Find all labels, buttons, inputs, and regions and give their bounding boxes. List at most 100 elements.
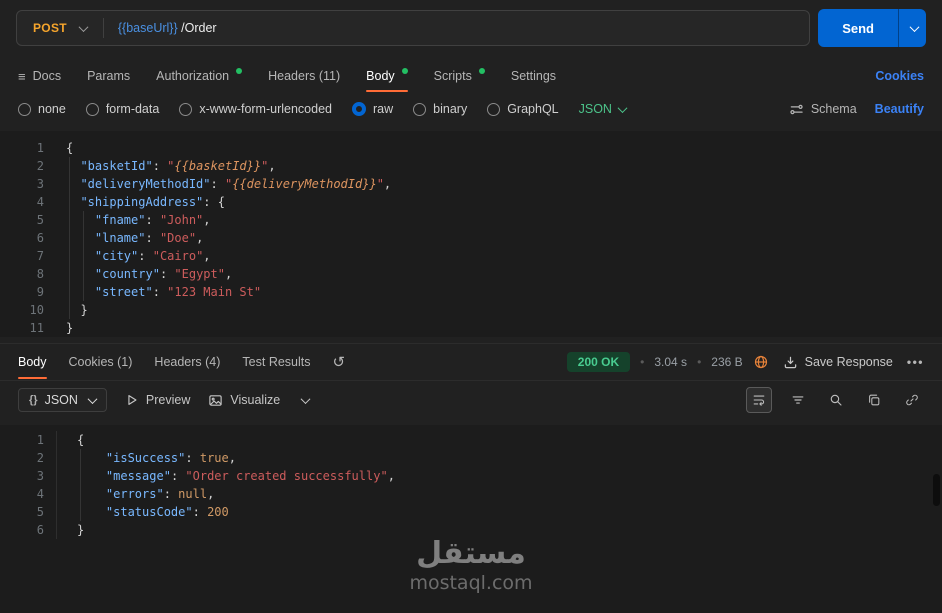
chevron-down-icon bbox=[300, 393, 311, 404]
save-response-label: Save Response bbox=[804, 355, 893, 369]
radio-none[interactable]: none bbox=[18, 102, 66, 116]
line-number: 9 bbox=[36, 285, 44, 299]
method-label: POST bbox=[33, 21, 67, 35]
separator-dot bbox=[697, 355, 701, 369]
tab-response-cookies[interactable]: Cookies (1) bbox=[69, 344, 133, 380]
network-globe-icon[interactable] bbox=[753, 354, 769, 370]
language-selector[interactable]: JSON bbox=[579, 102, 628, 116]
chevron-down-icon bbox=[617, 102, 628, 113]
tab-scripts[interactable]: Scripts bbox=[434, 59, 485, 93]
code-line: 2 "basketId": "{{basketId}}", bbox=[0, 157, 942, 175]
green-dot-icon bbox=[401, 68, 408, 74]
response-scrollbar[interactable] bbox=[933, 474, 940, 506]
radio-urlencoded[interactable]: x-www-form-urlencoded bbox=[179, 102, 332, 116]
tab-body[interactable]: Body bbox=[366, 59, 408, 93]
filter-icon bbox=[792, 396, 804, 404]
tab-settings[interactable]: Settings bbox=[511, 59, 556, 93]
line-number: 2 bbox=[36, 451, 44, 465]
line-number: 3 bbox=[36, 177, 44, 191]
tab-label: Body bbox=[366, 69, 395, 83]
tab-label: Test Results bbox=[242, 355, 311, 369]
schema-icon bbox=[790, 104, 803, 114]
beautify-button[interactable]: Beautify bbox=[875, 102, 924, 116]
code-line: 4 "errors": null, bbox=[0, 485, 942, 503]
line-number: 8 bbox=[36, 267, 44, 281]
tab-label: Settings bbox=[510, 69, 557, 83]
schema-label: Schema bbox=[810, 102, 857, 116]
radio-icon bbox=[179, 102, 193, 116]
tab-docs[interactable]: ≡ Docs bbox=[18, 59, 61, 93]
line-number: 4 bbox=[36, 195, 44, 209]
radio-selected-icon bbox=[352, 102, 366, 116]
line-number: 6 bbox=[36, 523, 44, 537]
indent-guide bbox=[80, 449, 81, 521]
response-toolbar: {} JSON Preview Visualize bbox=[0, 381, 942, 419]
history-icon: ↺ bbox=[332, 354, 346, 371]
method-selector[interactable]: POST bbox=[17, 21, 103, 35]
preview-button[interactable]: Preview bbox=[125, 393, 190, 407]
line-number: 5 bbox=[36, 213, 44, 227]
tab-label: Params bbox=[87, 69, 131, 83]
search-button[interactable] bbox=[824, 388, 848, 412]
search-icon bbox=[830, 394, 842, 406]
response-header: Body Cookies (1) Headers (4) Test Result… bbox=[0, 343, 942, 381]
response-time: 3.04 s bbox=[654, 355, 688, 369]
tab-authorization[interactable]: Authorization bbox=[156, 59, 243, 93]
more-options-icon: ••• bbox=[906, 355, 924, 369]
url-text[interactable]: {{baseUrl}} /Order bbox=[104, 21, 231, 35]
filter-button[interactable] bbox=[786, 388, 810, 412]
chevron-down-icon bbox=[78, 21, 89, 32]
line-number: 1 bbox=[36, 433, 44, 447]
response-format-selector[interactable]: {} JSON bbox=[18, 388, 107, 412]
response-tool-icons bbox=[746, 387, 924, 413]
url-input[interactable]: POST {{baseUrl}} /Order bbox=[16, 10, 811, 46]
image-icon bbox=[209, 394, 223, 406]
response-body-viewer[interactable]: 1{2 "isSuccess": true, 3 "message": "Orde… bbox=[0, 425, 942, 613]
radio-form-data[interactable]: form-data bbox=[85, 102, 159, 116]
green-dot-icon bbox=[478, 68, 485, 74]
schema-button[interactable]: Schema bbox=[789, 102, 857, 117]
option-label: x-www-form-urlencoded bbox=[199, 102, 332, 116]
send-options-button[interactable] bbox=[898, 9, 926, 47]
green-dot-icon bbox=[236, 68, 243, 74]
radio-raw[interactable]: raw bbox=[352, 102, 393, 116]
separator-dot bbox=[640, 355, 644, 369]
response-size: 236 B bbox=[711, 355, 743, 369]
radio-graphql[interactable]: GraphQL bbox=[487, 102, 559, 116]
view-options-button[interactable] bbox=[298, 393, 311, 404]
play-icon bbox=[128, 395, 137, 405]
visualize-button[interactable]: Visualize bbox=[208, 393, 280, 408]
tab-params[interactable]: Params bbox=[87, 59, 130, 93]
docs-icon: ≡ bbox=[18, 68, 26, 84]
line-number: 1 bbox=[36, 141, 44, 155]
link-icon bbox=[906, 394, 918, 406]
url-variable: {{baseUrl}} bbox=[117, 21, 178, 35]
format-label: JSON bbox=[44, 393, 78, 407]
radio-binary[interactable]: binary bbox=[413, 102, 467, 116]
code-line: 6 "lname": "Doe", bbox=[0, 229, 942, 247]
wrap-text-button[interactable] bbox=[746, 387, 772, 413]
response-meta: 200 OK 3.04 s 236 B Save Response ••• bbox=[566, 344, 924, 380]
link-button[interactable] bbox=[900, 388, 924, 412]
send-button[interactable]: Send bbox=[818, 9, 898, 47]
tab-label: Authorization bbox=[156, 69, 230, 83]
tab-response-headers[interactable]: Headers (4) bbox=[154, 344, 220, 380]
code-line: 5 "fname": "John", bbox=[0, 211, 942, 229]
cookies-link[interactable]: Cookies bbox=[875, 59, 924, 93]
line-number: 7 bbox=[36, 249, 44, 263]
more-options-button[interactable]: ••• bbox=[907, 355, 924, 369]
visualize-label: Visualize bbox=[230, 393, 281, 407]
request-body-editor[interactable]: 1{2 "basketId": "{{basketId}}", 3 "delive… bbox=[0, 131, 942, 337]
history-button[interactable]: ↺ bbox=[333, 344, 346, 380]
option-label: binary bbox=[433, 102, 468, 116]
radio-icon bbox=[85, 102, 99, 116]
tab-response-body[interactable]: Body bbox=[18, 344, 47, 380]
code-line: 5 "statusCode": 200 bbox=[0, 503, 942, 521]
copy-button[interactable] bbox=[862, 388, 886, 412]
save-response-button[interactable]: Save Response bbox=[783, 355, 893, 370]
tab-headers[interactable]: Headers (11) bbox=[268, 59, 340, 93]
tab-label: Docs bbox=[32, 69, 62, 83]
tab-test-results[interactable]: Test Results bbox=[242, 344, 310, 380]
request-url-bar: POST {{baseUrl}} /Order Send bbox=[0, 0, 942, 51]
code-line: 4 "shippingAddress": { bbox=[0, 193, 942, 211]
